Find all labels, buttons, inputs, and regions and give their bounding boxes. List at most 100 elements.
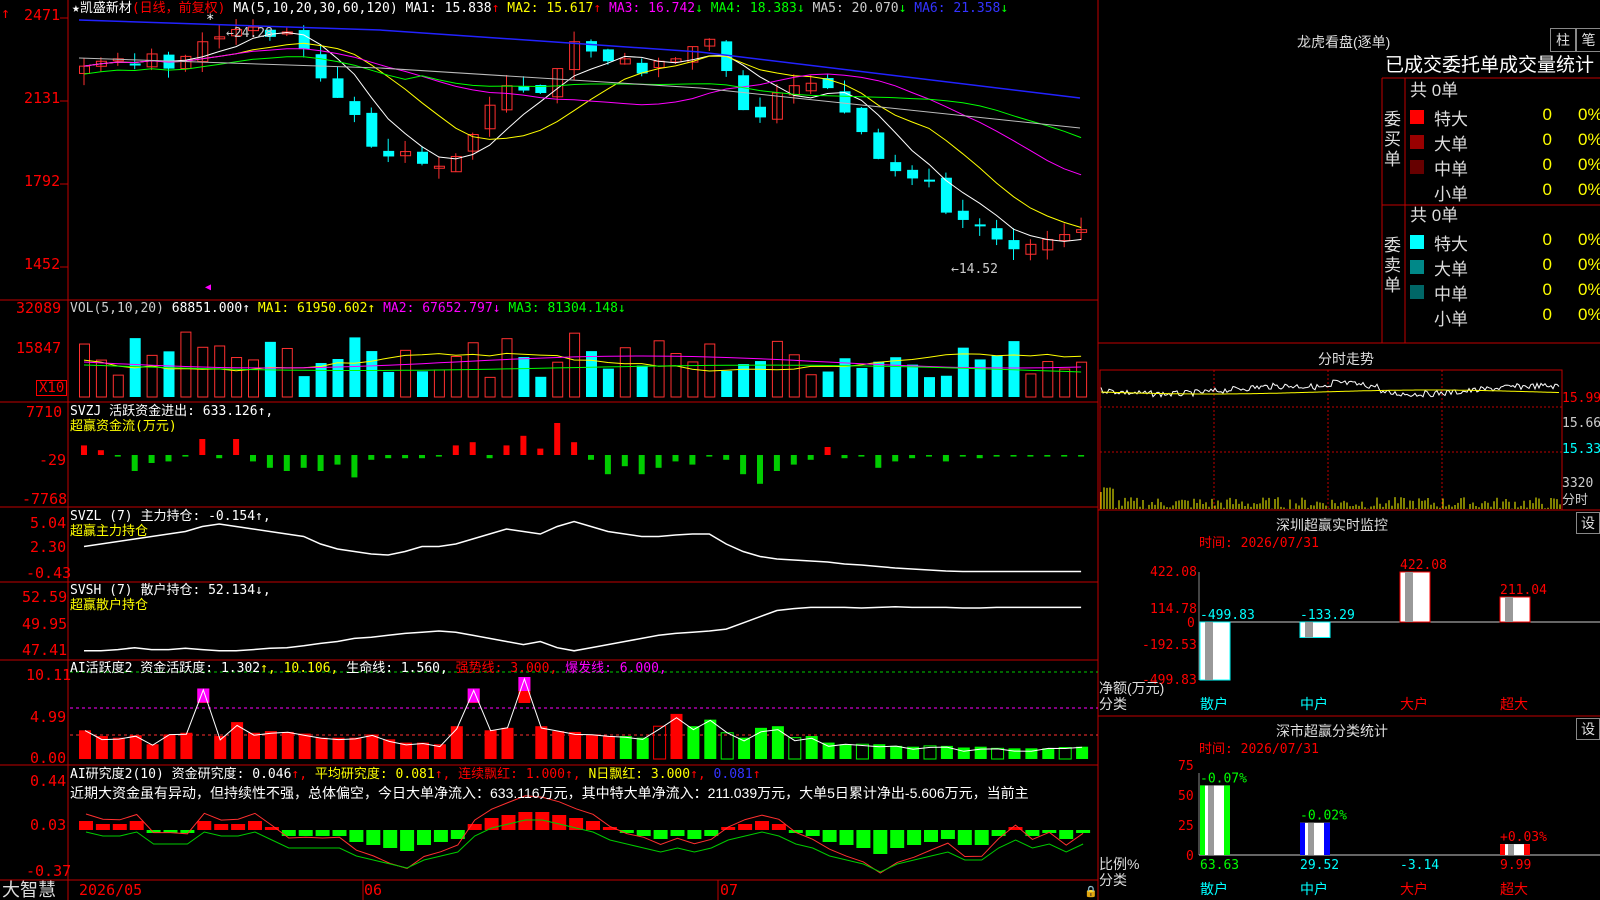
buy-l-pct: 0% [1578, 130, 1600, 149]
date-label-jul: 07 [720, 881, 739, 899]
fund-flow-bar-in [537, 448, 544, 455]
y-tick-svzj-0: 7710 [26, 403, 63, 421]
fund-flow-bar-out [723, 455, 730, 460]
volume-bar-down [822, 371, 834, 397]
sz-monitor-time: 时间: 2026/07/31 [1199, 536, 1319, 551]
buy-s-count: 0 [1542, 180, 1552, 199]
fund-flow-bar-out [1027, 455, 1034, 457]
fund-flow-bar-in [503, 445, 510, 455]
main-chart-header: ★凯盛新材(日线，前复权) MA(5,10,20,30,60,120) MA1:… [72, 1, 1008, 16]
lock-icon[interactable]: 🔒 [1084, 884, 1098, 899]
fund-flow-bar-out [182, 455, 189, 457]
volume-bar-up [501, 338, 513, 398]
volume-bar-down [991, 355, 1003, 397]
fund-flow-bar-in [469, 442, 476, 455]
sz-monitor-settings-button[interactable]: 设 [1576, 512, 1600, 534]
fund-flow-bar-out [435, 455, 442, 457]
sell-row-s: 小单 0 0% [1410, 305, 1600, 329]
sz-monitor-cat-3: 超大 [1500, 696, 1528, 712]
tick-mode-button[interactable]: 笔 [1576, 28, 1600, 52]
stock-name[interactable]: ★凯盛新材 [72, 1, 132, 16]
bar-mode-button[interactable]: 柱 [1550, 28, 1576, 52]
ma10-line [83, 42, 1082, 228]
fund-flow-bar-out [875, 455, 882, 468]
sell-xl-count: 0 [1542, 230, 1552, 249]
volume-bar-up [1025, 373, 1037, 398]
sell-s-label: 小单 [1434, 310, 1468, 329]
activity-bar [163, 734, 176, 759]
svsh-title: SVSH (7) 散户持仓: 52.134↓, [70, 583, 271, 598]
y-tick-svsh-0: 52.59 [22, 588, 68, 606]
activity-bar [180, 732, 193, 759]
volume-bar-down [602, 368, 614, 397]
sz-class-settings-button[interactable]: 设 [1576, 718, 1600, 740]
volume-bar-up [687, 361, 699, 398]
ma5-arrow: ↓ [898, 1, 907, 16]
buy-row-l: 大单 0 0% [1410, 130, 1600, 154]
activity-bar [417, 742, 429, 759]
sell-m-count: 0 [1542, 280, 1552, 299]
research-bar-neg [315, 830, 330, 836]
class-bar-shade [1308, 822, 1314, 855]
candle-down [349, 101, 361, 115]
sell-order-label: 委卖单 [1384, 236, 1401, 295]
fund-flow-bar-out [638, 455, 645, 475]
intraday-vol-label: 3320 [1562, 476, 1594, 491]
buy-row-xl: 特大 0 0% [1410, 105, 1600, 129]
volume-bar-down [163, 351, 175, 397]
fund-flow-bar-out [419, 455, 425, 459]
candle-down [602, 49, 614, 62]
svzj-title: SVZJ 活跃资金进出: 633.126↑, [70, 404, 274, 419]
fund-flow-bar-out [689, 455, 696, 465]
y-tick-svzl-1: 2.30 [30, 538, 67, 556]
buy-s-pct: 0% [1578, 180, 1600, 199]
continuous-red-label: 连续飘红: 1.000 [450, 767, 565, 782]
fund-flow-bar-out [773, 455, 780, 471]
candle-down [873, 132, 885, 159]
volume-bar-down [366, 351, 378, 397]
activity-bar [974, 746, 987, 759]
research-bar-neg [957, 830, 972, 845]
research-bar-neg [281, 830, 296, 836]
volume-bar-down [332, 358, 344, 397]
volume-bar-up [197, 346, 209, 398]
volume-bar-down [957, 347, 969, 397]
volume-bar-down [383, 371, 395, 397]
fund-flow-bar-out [1078, 455, 1085, 457]
fund-flow-bar-in [233, 439, 240, 455]
volume-bar-up [248, 359, 259, 398]
monitor-bar [1499, 596, 1531, 623]
vol-unit-badge[interactable]: X10 [36, 380, 68, 396]
research-bar-neg [1076, 830, 1091, 833]
y-tick-price-0: 2471 [24, 6, 61, 24]
brand-logo[interactable]: 大智慧 [2, 880, 56, 900]
fund-flow-bar-out [1044, 455, 1051, 457]
svzl-subtitle: 超赢主力持仓 [70, 524, 149, 539]
class-value-label: -3.14 [1400, 858, 1439, 873]
candle-down [991, 228, 1003, 240]
activity-bar [704, 719, 717, 759]
ma3-arrow: ↓ [695, 1, 703, 16]
sz-monitor-y-0: 422.08 [1150, 565, 1197, 580]
intraday-y-0: 15.99 [1562, 391, 1600, 406]
monitor-bar [1199, 621, 1231, 681]
intraday-y-2: 15.33 [1562, 442, 1600, 457]
y-tick-svsh-2: 47.41 [22, 641, 68, 659]
sell-m-pct: 0% [1578, 280, 1600, 299]
y-tick-ai-1: 4.99 [30, 708, 67, 726]
ai-active-value: ↑, 10.106, [260, 661, 339, 676]
buy-l-swatch [1410, 135, 1424, 149]
fund-flow-bar-out [148, 455, 155, 463]
strong-line-label: 强势线: 3.000, [447, 661, 558, 676]
fund-flow-bar-out [250, 455, 256, 462]
ma2-arrow: ↑ [593, 1, 602, 16]
fund-flow-bar-out [993, 455, 1000, 457]
fund-flow-bar-out [807, 455, 814, 460]
high-marker: ←24.28 [226, 26, 273, 41]
monitor-bar-shade [1205, 622, 1213, 680]
candle-down [755, 106, 766, 118]
research-bar-neg [400, 830, 415, 851]
fund-flow-bar-out [385, 455, 392, 459]
activity-bar [805, 736, 818, 759]
buy-xl-pct: 0% [1578, 105, 1600, 124]
